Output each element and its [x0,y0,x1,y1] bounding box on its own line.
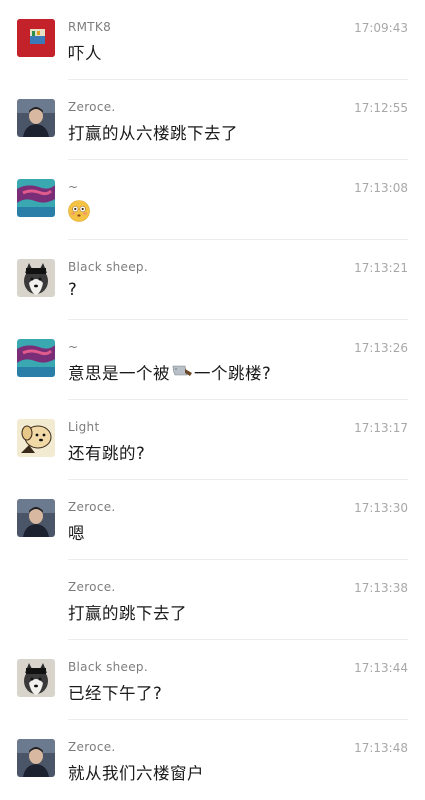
avatar[interactable] [17,19,55,57]
message-text: 打赢的从六楼跳下去了 [68,124,238,143]
avatar[interactable] [17,419,55,457]
message-text: 意思是一个被 一个跳楼? [68,360,271,384]
chat-message[interactable]: Zeroce. 17:13:38 打赢的跳下去了 [0,560,425,640]
sender-name: Zeroce. [68,580,116,594]
sender-name: Light [68,420,100,434]
message-timestamp: 17:13:26 [354,341,408,355]
message-text: 还有跳的? [68,444,146,463]
sender-name: ~ [68,180,79,194]
avatar[interactable] [17,659,55,697]
message-text-part: 意思是一个被 [68,364,170,383]
message-text [68,200,90,222]
sender-name: Black sheep. [68,660,148,674]
message-text: ? [68,280,78,299]
message-text: 吓人 [68,44,102,63]
chat-message[interactable]: ~ 17:13:26 意思是一个被 一个跳楼? [0,320,425,400]
message-timestamp: 17:13:08 [354,181,408,195]
avatar[interactable] [17,739,55,777]
message-text: 嗯 [68,524,85,543]
flushed-face-icon [68,200,90,222]
message-timestamp: 17:09:43 [354,21,408,35]
sender-name: Black sheep. [68,260,148,274]
message-timestamp: 17:13:48 [354,741,408,755]
avatar[interactable] [17,339,55,377]
sender-name: Zeroce. [68,740,116,754]
avatar[interactable] [17,99,55,137]
chat-message[interactable]: RMTK8 17:09:43 吓人 [0,0,425,80]
sender-name: Zeroce. [68,500,116,514]
sender-name: RMTK8 [68,20,112,34]
chat-message[interactable]: Zeroce. 17:13:30 嗯 [0,480,425,560]
message-text: 就从我们六楼窗户 [68,764,204,783]
message-text-part: 一个跳楼? [194,364,272,383]
chat-message[interactable]: Black sheep. 17:13:44 已经下午了? [0,640,425,720]
message-timestamp: 17:12:55 [354,101,408,115]
sender-name: Zeroce. [68,100,116,114]
message-timestamp: 17:13:17 [354,421,408,435]
message-timestamp: 17:13:30 [354,501,408,515]
chat-message[interactable]: Zeroce. 17:12:55 打赢的从六楼跳下去了 [0,80,425,160]
sender-name: ~ [68,340,79,354]
message-text: 已经下午了? [68,684,163,703]
chat-message-list: RMTK8 17:09:43 吓人 Zeroce. 17:12:55 打赢的从六… [0,0,425,800]
avatar[interactable] [17,499,55,537]
chat-message[interactable]: ~ 17:13:08 [0,160,425,240]
chat-message[interactable]: Black sheep. 17:13:21 ? [0,240,425,320]
chat-message[interactable]: Zeroce. 17:13:48 就从我们六楼窗户 [0,720,425,800]
kitchen-knife-icon [172,365,192,376]
avatar[interactable] [17,259,55,297]
message-text: 打赢的跳下去了 [68,604,187,623]
chat-message[interactable]: Light 17:13:17 还有跳的? [0,400,425,480]
message-timestamp: 17:13:38 [354,581,408,595]
message-timestamp: 17:13:44 [354,661,408,675]
message-timestamp: 17:13:21 [354,261,408,275]
avatar[interactable] [17,179,55,217]
